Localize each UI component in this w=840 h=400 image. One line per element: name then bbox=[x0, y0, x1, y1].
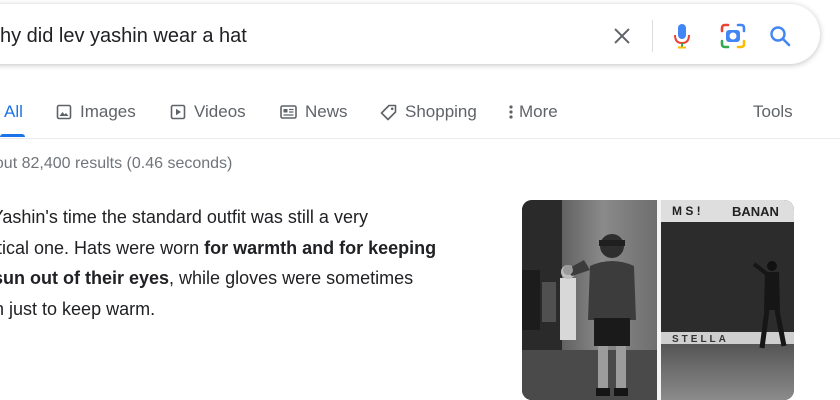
stadium-sign-text: BANAN bbox=[732, 204, 779, 219]
search-icon[interactable] bbox=[766, 22, 794, 50]
tab-all[interactable]: All bbox=[4, 90, 23, 134]
tools-label: Tools bbox=[753, 102, 793, 121]
tab-more-label: More bbox=[519, 102, 558, 121]
search-box-divider bbox=[652, 20, 653, 52]
tab-more[interactable]: More bbox=[509, 90, 558, 134]
search-tabs: All Images Videos News Shopping More Too… bbox=[0, 90, 840, 138]
play-icon bbox=[170, 104, 186, 120]
search-input[interactable]: hy did lev yashin wear a hat bbox=[0, 25, 247, 48]
tab-shopping[interactable]: Shopping bbox=[380, 90, 477, 134]
snippet-line: actical one. Hats were worn for warmth a… bbox=[0, 233, 498, 264]
snippet-highlight: for warmth and for keeping bbox=[204, 237, 437, 258]
tab-images-label: Images bbox=[80, 102, 136, 121]
microphone-icon[interactable] bbox=[668, 22, 696, 50]
tabs-divider bbox=[0, 138, 840, 139]
featured-snippet: y Yashin's time the standard outfit was … bbox=[0, 202, 498, 324]
tools-button[interactable]: Tools bbox=[753, 90, 793, 134]
tab-news-label: News bbox=[305, 102, 348, 121]
tab-shopping-label: Shopping bbox=[405, 102, 477, 121]
close-icon[interactable] bbox=[608, 22, 636, 50]
news-icon bbox=[280, 104, 297, 120]
tab-images[interactable]: Images bbox=[56, 90, 136, 134]
search-box[interactable]: hy did lev yashin wear a hat bbox=[0, 4, 820, 64]
more-vert-icon bbox=[509, 104, 513, 120]
snippet-line: e sun out of their eyes, while gloves we… bbox=[0, 263, 498, 294]
tab-all-label: All bbox=[4, 102, 23, 121]
image-icon bbox=[56, 104, 72, 120]
camera-lens-icon[interactable] bbox=[719, 22, 747, 50]
result-stats: bout 82,400 results (0.46 seconds) bbox=[0, 155, 233, 172]
tab-videos[interactable]: Videos bbox=[170, 90, 246, 134]
goalkeeper-photo: M S ! BANAN STELLA bbox=[522, 200, 794, 400]
snippet-line: orn just to keep warm. bbox=[0, 298, 156, 319]
tag-icon bbox=[380, 104, 397, 121]
snippet-line: y Yashin's time the standard outfit was … bbox=[0, 207, 368, 227]
snippet-text: actical one. Hats were worn bbox=[0, 237, 205, 258]
tab-videos-label: Videos bbox=[194, 102, 246, 121]
snippet-text: , while gloves were sometimes bbox=[169, 268, 414, 288]
active-tab-indicator bbox=[0, 134, 25, 137]
snippet-highlight: e sun out of their eyes bbox=[0, 268, 170, 288]
search-results-page: hy did lev yashin wear a hat All Images … bbox=[0, 0, 840, 400]
featured-snippet-image[interactable]: M S ! BANAN STELLA bbox=[522, 200, 794, 400]
tab-news[interactable]: News bbox=[280, 90, 348, 134]
stadium-sign-text: M S ! bbox=[672, 204, 701, 218]
advertising-board-text: STELLA bbox=[672, 334, 729, 345]
